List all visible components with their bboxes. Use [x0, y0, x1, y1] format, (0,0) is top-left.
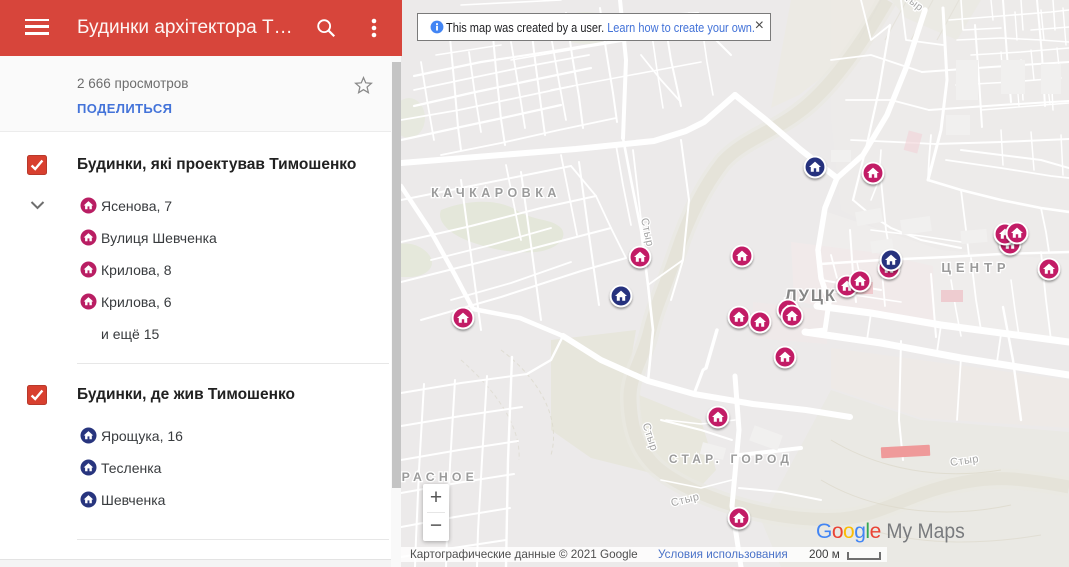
svg-text:КРАСНОЕ: КРАСНОЕ	[401, 470, 478, 484]
svg-text:СТАР. ГОРОД: СТАР. ГОРОД	[669, 452, 793, 466]
svg-text:ЦЕНТР: ЦЕНТР	[941, 260, 1010, 275]
svg-text:КАЧКАРОВКА: КАЧКАРОВКА	[431, 186, 561, 200]
